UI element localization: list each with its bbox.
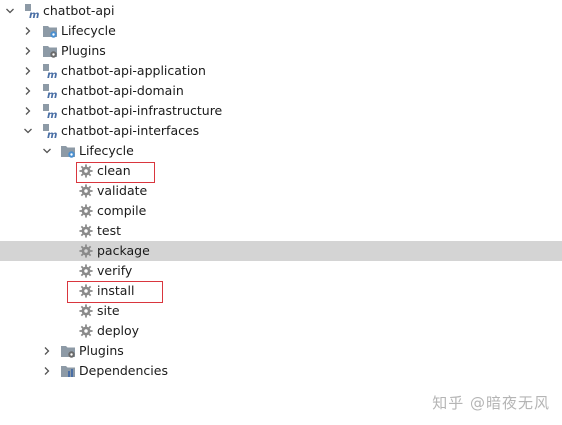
maven-module-icon: m	[24, 3, 40, 19]
tree-label: chatbot-api-application	[61, 63, 206, 78]
chevron-right-icon[interactable]	[22, 41, 34, 61]
tree-label: validate	[97, 183, 148, 198]
gear-icon	[78, 243, 94, 259]
tree-label: chatbot-api-interfaces	[61, 123, 200, 138]
tree-label: Dependencies	[79, 363, 168, 378]
gear-icon	[78, 223, 94, 239]
tree-row-goal-clean[interactable]: clean	[0, 161, 562, 181]
tree-row-chatbot-api[interactable]: m chatbot-api	[0, 1, 562, 21]
tree-label: chatbot-api	[43, 3, 115, 18]
lifecycle-folder-icon	[42, 23, 58, 39]
tree-row-plugins[interactable]: Plugins	[0, 41, 562, 61]
chevron-right-icon[interactable]	[22, 101, 34, 121]
tree-row-goal-test[interactable]: test	[0, 221, 562, 241]
chevron-right-icon[interactable]	[41, 361, 53, 381]
tree-label: clean	[97, 163, 131, 178]
tree-label: Plugins	[79, 343, 124, 358]
tree-row-goal-verify[interactable]: verify	[0, 261, 562, 281]
maven-module-icon: m	[42, 123, 58, 139]
chevron-down-icon[interactable]	[22, 121, 34, 141]
tree-label: test	[97, 223, 122, 238]
tree-row-goal-package[interactable]: package	[0, 241, 562, 261]
maven-module-icon: m	[42, 63, 58, 79]
tree-label: verify	[97, 263, 133, 278]
tree-row-interfaces-plugins[interactable]: Plugins	[0, 341, 562, 361]
tree-row-module-interfaces[interactable]: m chatbot-api-interfaces	[0, 121, 562, 141]
tree-row-goal-deploy[interactable]: deploy	[0, 321, 562, 341]
gear-icon	[78, 163, 94, 179]
watermark: 知乎 @暗夜无风	[432, 394, 550, 412]
tree-label: Lifecycle	[79, 143, 134, 158]
tree-label: install	[97, 283, 135, 298]
plugins-folder-icon	[60, 343, 76, 359]
svg-text:m: m	[29, 10, 39, 19]
gear-icon	[78, 263, 94, 279]
chevron-down-icon[interactable]	[41, 141, 53, 161]
svg-text:m: m	[47, 70, 57, 79]
tree-row-goal-compile[interactable]: compile	[0, 201, 562, 221]
tree-row-goal-install[interactable]: install	[0, 281, 562, 301]
dependencies-folder-icon	[60, 363, 76, 379]
gear-icon	[78, 183, 94, 199]
svg-text:m: m	[47, 90, 57, 99]
tree-row-interfaces-lifecycle[interactable]: Lifecycle	[0, 141, 562, 161]
gear-icon	[78, 283, 94, 299]
tree-row-goal-site[interactable]: site	[0, 301, 562, 321]
plugins-folder-icon	[42, 43, 58, 59]
lifecycle-folder-icon	[60, 143, 76, 159]
tree-label: chatbot-api-domain	[61, 83, 184, 98]
chevron-right-icon[interactable]	[22, 61, 34, 81]
tree-row-module-application[interactable]: m chatbot-api-application	[0, 61, 562, 81]
tree-label: chatbot-api-infrastructure	[61, 103, 223, 118]
maven-module-icon: m	[42, 83, 58, 99]
tree-row-goal-validate[interactable]: validate	[0, 181, 562, 201]
gear-icon	[78, 203, 94, 219]
tree-label: compile	[97, 203, 147, 218]
svg-text:m: m	[47, 110, 57, 119]
chevron-down-icon[interactable]	[4, 1, 16, 21]
svg-text:m: m	[47, 130, 57, 139]
chevron-right-icon[interactable]	[22, 21, 34, 41]
tree-label: site	[97, 303, 120, 318]
tree-label: Lifecycle	[61, 23, 116, 38]
tree-label: Plugins	[61, 43, 106, 58]
chevron-right-icon[interactable]	[41, 341, 53, 361]
chevron-right-icon[interactable]	[22, 81, 34, 101]
tree-row-lifecycle[interactable]: Lifecycle	[0, 21, 562, 41]
tree-row-module-infrastructure[interactable]: m chatbot-api-infrastructure	[0, 101, 562, 121]
tree-row-interfaces-dependencies[interactable]: Dependencies	[0, 361, 562, 381]
tree-label: package	[97, 243, 150, 258]
tree-row-module-domain[interactable]: m chatbot-api-domain	[0, 81, 562, 101]
maven-module-icon: m	[42, 103, 58, 119]
gear-icon	[78, 303, 94, 319]
gear-icon	[78, 323, 94, 339]
tree-label: deploy	[97, 323, 140, 338]
